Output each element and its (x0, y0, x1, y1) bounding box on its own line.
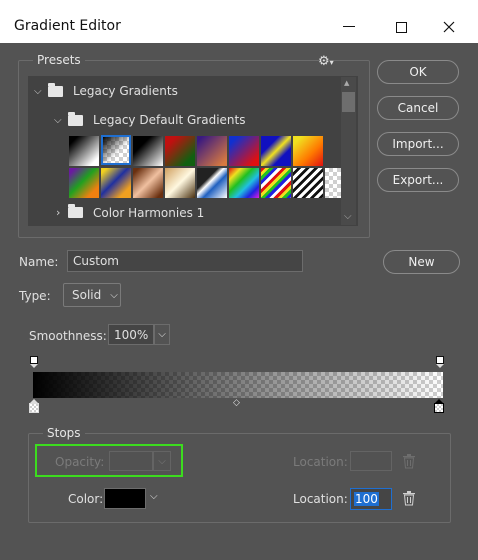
chevron-down-icon[interactable]: ⌵ (34, 86, 46, 97)
color-stop-right-selected[interactable] (434, 399, 444, 415)
scrollbar-thumb[interactable] (342, 92, 355, 112)
opacity-stop-marker (436, 356, 444, 364)
gear-icon[interactable]: ⚙▾ (318, 54, 334, 69)
delete-color-stop-button[interactable] (402, 491, 416, 509)
tree-label: Legacy Gradients (73, 84, 178, 98)
swatch-grid (48, 134, 355, 198)
trash-icon (403, 454, 415, 469)
presets-scrollbar[interactable]: ▲ ⌵ (341, 77, 356, 225)
gradient-swatch[interactable] (69, 136, 99, 166)
opacity-stop-right[interactable] (436, 356, 444, 370)
color-stop-marker (434, 403, 444, 413)
chevron-down-icon: ⌵ (158, 455, 166, 467)
gradient-swatch[interactable] (293, 168, 323, 198)
gradient-swatch[interactable] (197, 136, 227, 166)
smoothness-label: Smoothness: (29, 329, 107, 343)
chevron-down-icon: ⌵ (110, 289, 118, 301)
tree-label: Legacy Default Gradients (93, 113, 246, 127)
scroll-down-icon[interactable]: ⌵ (344, 211, 352, 222)
location-label: Location: (293, 492, 348, 506)
name-label: Name: (19, 255, 59, 269)
new-button[interactable]: New (383, 250, 460, 274)
location-value: 100 (354, 492, 379, 506)
folder-icon (68, 204, 83, 218)
opacity-stop-marker (30, 356, 38, 364)
opacity-label: Opacity: (55, 455, 105, 469)
opacity-location-label: Location: (293, 455, 348, 469)
color-stop-marker (29, 403, 39, 413)
gradient-swatch[interactable] (261, 168, 291, 198)
gradient-swatch-selected[interactable] (101, 135, 131, 165)
gradient-swatch[interactable] (133, 136, 163, 166)
type-value: Solid (72, 288, 102, 302)
minimize-button[interactable] (332, 12, 366, 42)
opacity-stop-left[interactable] (30, 356, 38, 370)
import-button[interactable]: Import... (377, 132, 459, 156)
gradient-swatch[interactable] (133, 168, 163, 198)
color-swatch[interactable] (104, 488, 146, 509)
tree-label: Color Harmonies 1 (93, 205, 205, 220)
gradient-swatch[interactable] (293, 136, 323, 166)
close-icon (443, 21, 455, 33)
presets-legend: Presets (33, 53, 85, 67)
gradient-swatch[interactable] (197, 168, 227, 198)
color-stop-left[interactable] (29, 399, 39, 415)
stop-pointer (30, 364, 38, 368)
opacity-dropdown[interactable]: ⌵ (153, 451, 171, 471)
gradient-swatch[interactable] (101, 168, 131, 198)
smoothness-value: 100% (114, 327, 149, 342)
tree-row-color-harmonies[interactable]: › Color Harmonies 1 (48, 199, 340, 226)
chevron-right-icon[interactable]: › (56, 206, 66, 219)
type-select[interactable]: Solid ⌵ (63, 283, 121, 307)
trash-icon (403, 491, 415, 506)
ok-button[interactable]: OK (377, 60, 459, 84)
midpoint-diamond-icon[interactable]: ◇ (233, 398, 240, 408)
gradient-swatch[interactable] (229, 168, 259, 198)
stops-legend: Stops (43, 426, 85, 440)
folder-icon (68, 111, 83, 126)
gradient-swatch[interactable] (229, 136, 259, 166)
tree-row-legacy-gradients[interactable]: ⌵ Legacy Gradients (28, 77, 340, 105)
cancel-button[interactable]: Cancel (377, 96, 459, 120)
tree-row-legacy-default-gradients[interactable]: ⌵ Legacy Default Gradients (48, 106, 340, 134)
gradient-swatch[interactable] (165, 168, 195, 198)
close-button[interactable] (432, 12, 466, 42)
window-title: Gradient Editor (14, 18, 121, 34)
minimize-icon (343, 26, 355, 27)
name-value: Custom (73, 254, 119, 268)
export-button[interactable]: Export... (377, 168, 459, 192)
delete-opacity-stop-button[interactable] (402, 454, 416, 472)
stop-pointer (436, 364, 444, 368)
scroll-up-icon[interactable]: ▲ (344, 79, 349, 87)
smoothness-dropdown[interactable]: ⌵ (154, 324, 170, 345)
color-label: Color: (68, 492, 104, 506)
gradient-swatch[interactable] (165, 136, 195, 166)
gradient-swatch[interactable] (69, 168, 99, 198)
gradient-swatch[interactable] (261, 136, 291, 166)
gradient-bar[interactable] (33, 372, 443, 398)
type-label: Type: (19, 289, 51, 303)
location-field[interactable]: 100 (350, 488, 392, 510)
chevron-down-icon[interactable]: ⌵ (150, 491, 158, 502)
folder-icon (48, 82, 63, 97)
maximize-button[interactable] (384, 12, 418, 42)
maximize-icon (395, 21, 407, 33)
name-field[interactable]: Custom (67, 250, 303, 272)
chevron-down-icon: ⌵ (158, 329, 166, 340)
chevron-down-icon[interactable]: ⌵ (54, 115, 66, 126)
smoothness-field[interactable]: 100% (108, 324, 154, 345)
opacity-field[interactable] (109, 451, 153, 471)
opacity-location-field[interactable] (350, 451, 392, 471)
